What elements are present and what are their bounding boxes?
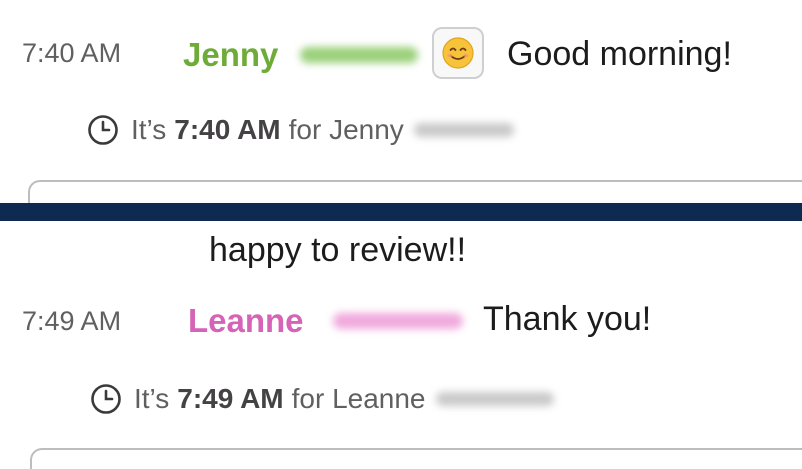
- emoji-reaction[interactable]: [432, 27, 484, 79]
- local-time-prefix: It’s: [131, 114, 167, 145]
- local-time-suffix: for Jenny: [288, 114, 404, 145]
- message-timestamp[interactable]: 7:49 AM: [22, 306, 121, 337]
- screenshot-divider: [0, 203, 802, 221]
- chat-screenshot: 7:40 AM Jenny Good morning! It’s 7:40 AM…: [0, 0, 802, 469]
- smiling-face-emoji-icon: [442, 37, 474, 69]
- previous-message-text: happy to review!!: [209, 231, 467, 269]
- sender-name[interactable]: Leanne: [188, 302, 304, 340]
- local-time-note: It’s 7:40 AM for Jenny: [87, 114, 514, 146]
- clock-icon: [88, 115, 118, 145]
- message-timestamp[interactable]: 7:40 AM: [22, 38, 121, 69]
- sender-name[interactable]: Jenny: [183, 36, 278, 74]
- redacted-surname: [333, 313, 463, 329]
- local-time-note: It’s 7:49 AM for Leanne: [90, 383, 554, 415]
- message-input-box[interactable]: [30, 448, 802, 469]
- redacted-surname: [300, 47, 418, 63]
- redacted-surname: [435, 392, 554, 406]
- clock-icon: [91, 384, 121, 414]
- message-text: Thank you!: [483, 300, 652, 338]
- local-time-prefix: It’s: [134, 383, 170, 414]
- local-time-suffix: for Leanne: [291, 383, 426, 414]
- redacted-surname: [413, 123, 514, 137]
- message-text: Good morning!: [507, 35, 732, 73]
- local-time-value: 7:49 AM: [177, 383, 284, 414]
- local-time-value: 7:40 AM: [174, 114, 281, 145]
